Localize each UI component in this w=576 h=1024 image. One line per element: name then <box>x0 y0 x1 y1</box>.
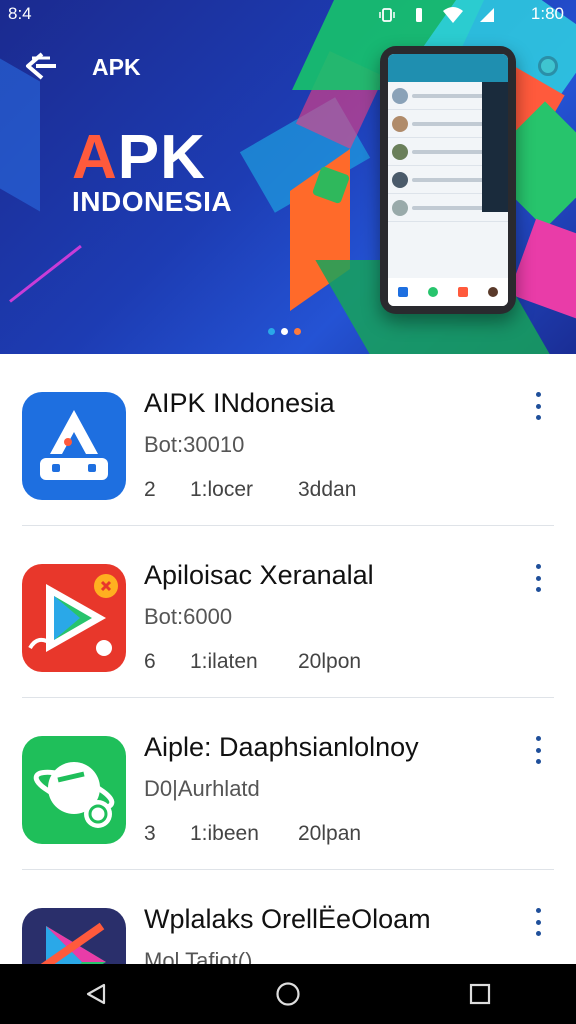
more-options-button[interactable] <box>530 908 546 936</box>
carousel-indicator[interactable] <box>268 328 301 335</box>
app-title: Wplalaks OrellЁeOloam <box>144 904 431 934</box>
list-item[interactable]: Wplalaks OrellЁeOloam Mol Tafiot() <box>0 870 576 964</box>
app-subtitle: Bot:6000 <box>144 604 233 629</box>
banner-logo-accent: A <box>72 123 118 192</box>
badge-icon <box>538 56 558 76</box>
launcher-app-icon <box>22 908 126 964</box>
play-store-icon <box>22 564 126 672</box>
app-meta-size: 1:ibeen <box>190 822 259 845</box>
apk-indonesia-icon <box>22 392 126 500</box>
phone-screen-video <box>482 82 508 212</box>
status-bar: 8:4 1:80 <box>0 0 576 30</box>
carousel-dot[interactable] <box>268 328 275 335</box>
phone-screen-header <box>388 54 508 82</box>
status-icons <box>378 6 496 24</box>
list-item[interactable]: Apiloisac Xeranalal Bot:6000 6 1:ilaten … <box>0 526 576 698</box>
page-title: APK <box>92 54 141 80</box>
system-navigation-bar <box>0 964 576 1024</box>
signal-icon <box>480 8 494 22</box>
app-subtitle: Bot:30010 <box>144 432 245 457</box>
app-meta-downloads: 3ddan <box>298 478 357 501</box>
nav-home-button[interactable] <box>192 964 384 1024</box>
app-title: Aiple: Daaphsianlolnoy <box>144 732 419 762</box>
app-meta-size: 1:locer <box>190 478 254 501</box>
carousel-dot[interactable] <box>281 328 288 335</box>
more-options-button[interactable] <box>530 736 546 764</box>
nav-recents-button[interactable] <box>384 964 576 1024</box>
app-subtitle: Mol Tafiot() <box>144 948 253 964</box>
battery-saver-icon <box>416 8 422 22</box>
app-meta-downloads: 20lpan <box>298 822 362 845</box>
banner-subtitle: INDONESIA <box>72 186 233 217</box>
back-button[interactable] <box>22 50 60 82</box>
banner-streak <box>9 244 82 303</box>
home-icon <box>276 982 300 1006</box>
phone-screen-dock <box>388 278 508 306</box>
app-meta-downloads: 20lpon <box>298 650 362 673</box>
status-time: 8:4 <box>8 4 32 23</box>
app-meta-rating: 2 <box>144 478 156 501</box>
back-icon <box>86 983 106 1005</box>
phone-mockup <box>380 46 516 314</box>
banner-logo: APK <box>72 122 206 193</box>
app-list: AIPK INdonesia Bot:30010 2 1:locer 3ddan… <box>0 354 576 964</box>
banner-logo-rest: PK <box>117 123 206 192</box>
app-title: Apiloisac Xeranalal <box>144 560 374 590</box>
list-item[interactable]: AIPK INdonesia Bot:30010 2 1:locer 3ddan <box>0 354 576 526</box>
more-options-button[interactable] <box>530 564 546 592</box>
back-arrow-icon <box>26 52 56 80</box>
app-meta-rating: 6 <box>144 650 156 673</box>
planet-app-icon <box>22 736 126 844</box>
more-options-button[interactable] <box>530 392 546 420</box>
recents-icon <box>469 983 491 1005</box>
list-item[interactable]: Aiple: Daaphsianlolnoy D0|Aurhlatd 3 1:i… <box>0 698 576 870</box>
vibrate-icon <box>379 8 395 22</box>
app-title: AIPK INdonesia <box>144 388 335 418</box>
phone-screen <box>388 54 508 306</box>
nav-back-button[interactable] <box>0 964 192 1024</box>
app-subtitle: D0|Aurhlatd <box>144 776 260 801</box>
wifi-icon <box>443 7 463 23</box>
hero-banner: 8:4 1:80 APK APK INDONESIA <box>0 0 576 354</box>
carousel-dot[interactable] <box>294 328 301 335</box>
app-meta-size: 1:ilaten <box>190 650 258 673</box>
status-clock: 1:80 <box>530 4 564 23</box>
app-meta-rating: 3 <box>144 822 156 845</box>
